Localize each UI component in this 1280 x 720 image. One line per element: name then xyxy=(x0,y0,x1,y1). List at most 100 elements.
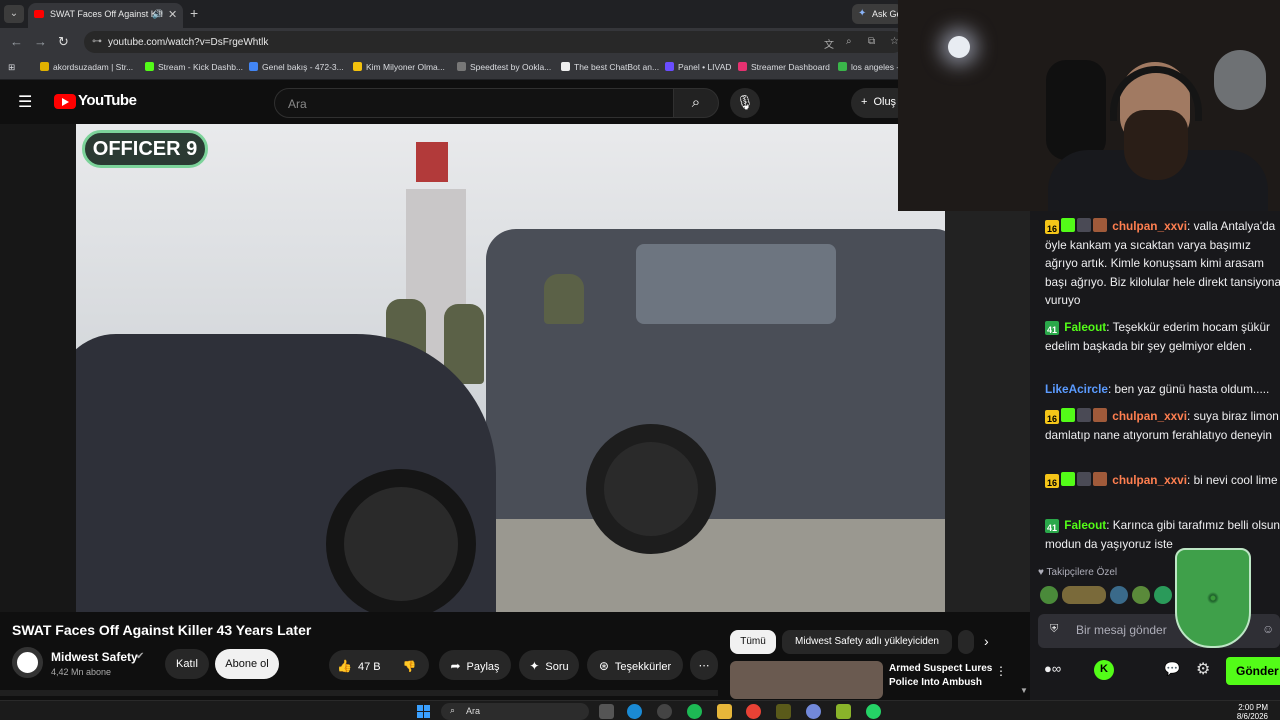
chat-action-bar: ●∞ K 💬 ⚙ Gönder xyxy=(1038,656,1280,686)
video-player[interactable]: OFFICER 9 ✪ xyxy=(76,124,945,612)
bookmark-item[interactable]: Genel bakış - 472-3... xyxy=(249,62,344,72)
spotify-icon[interactable] xyxy=(687,704,702,719)
live-app-icon[interactable] xyxy=(836,704,851,719)
channel-avatar[interactable] xyxy=(12,647,43,678)
chat-username[interactable]: chulpan_xxvi xyxy=(1112,473,1187,487)
gift-badge-icon xyxy=(1077,218,1091,232)
back-icon[interactable]: ← xyxy=(10,34,23,49)
speedtest-favicon-icon xyxy=(457,62,466,71)
bookmark-item[interactable]: akordsuzadam | Str... xyxy=(40,62,133,72)
bookmark-item[interactable]: The best ChatBot an... xyxy=(561,62,659,72)
channel-points-icon[interactable]: ●∞ xyxy=(1044,661,1061,676)
search-input[interactable]: Ara xyxy=(274,88,674,118)
subscriber-count: 4,42 Mn abone xyxy=(51,667,112,677)
share-button[interactable]: ➦ Paylaş xyxy=(439,650,511,680)
chip-all[interactable]: Tümü xyxy=(730,630,776,654)
webcam-lamp xyxy=(948,36,970,58)
like-icon[interactable]: 👍 xyxy=(337,659,352,673)
mod-badge-icon xyxy=(1093,218,1107,232)
scroll-down-icon[interactable]: ▼ xyxy=(1020,686,1028,695)
address-bar[interactable]: ⊶ youtube.com/watch?v=DsFrgeWhtlk 文 ⌕ ⧉ … xyxy=(84,31,904,53)
emote-icon[interactable] xyxy=(1154,586,1172,604)
dislike-icon[interactable]: 👎 xyxy=(403,661,417,673)
translate-icon[interactable]: 文 xyxy=(824,36,834,51)
taskbar-search[interactable]: ⌕ Ara xyxy=(441,703,589,720)
kick-logo-icon[interactable]: K xyxy=(1094,660,1114,680)
url-text: youtube.com/watch?v=DsFrgeWhtlk xyxy=(108,37,269,48)
join-button[interactable]: Katıl xyxy=(165,649,209,679)
chip-partial[interactable] xyxy=(958,630,974,654)
bookmark-item[interactable]: Panel • LIVAD xyxy=(665,62,731,72)
subscriber-badge: 41 xyxy=(1045,321,1059,335)
bookmark-item[interactable]: Kim Milyoner Olma... xyxy=(353,62,445,72)
chip-from-uploader[interactable]: Midwest Safety adlı yükleyiciden xyxy=(782,630,952,654)
emote-icon[interactable] xyxy=(1062,586,1106,604)
verified-badge-icon xyxy=(1061,218,1075,232)
play-triangle-icon xyxy=(62,97,69,106)
recommended-title[interactable]: Armed Suspect Lures Police Into Ambush xyxy=(889,662,995,690)
more-actions-button[interactable]: ⋯ xyxy=(690,650,718,680)
system-clock[interactable]: 2:00 PM 8/6/2026 xyxy=(1230,703,1268,720)
chat-username[interactable]: chulpan_xxvi xyxy=(1112,219,1187,233)
chat-message: 16 chulpan_xxvi: bi nevi cool lime xyxy=(1045,471,1280,490)
subscribe-button[interactable]: Abone ol xyxy=(215,649,279,679)
whatsapp-icon[interactable] xyxy=(866,704,881,719)
chrome-icon[interactable] xyxy=(746,704,761,719)
live-app-icon[interactable] xyxy=(776,704,791,719)
chat-username[interactable]: Faleout xyxy=(1064,518,1106,532)
browser-tab-active[interactable]: SWAT Faces Off Against Kill 🔊 ✕ xyxy=(28,3,183,28)
bookmark-item[interactable]: los angeles - xyxy=(838,62,899,72)
file-explorer-icon[interactable] xyxy=(717,704,732,719)
like-count[interactable]: 47 B xyxy=(358,661,381,673)
send-button[interactable]: Gönder xyxy=(1226,657,1280,685)
discord-icon[interactable] xyxy=(806,704,821,719)
youtube-logo-icon[interactable] xyxy=(54,94,76,109)
shield-icon: ⛨ xyxy=(1050,623,1059,635)
recommended-thumbnail[interactable] xyxy=(730,661,883,699)
chat-username[interactable]: Faleout xyxy=(1064,320,1106,334)
ask-button[interactable]: ✦ Soru xyxy=(519,650,579,680)
chevron-right-icon[interactable]: › xyxy=(984,633,989,649)
ask-gemini-button[interactable]: ✦ Ask Ge xyxy=(852,4,902,24)
like-dislike-group: 👍 47 B 👎 xyxy=(329,650,429,680)
menu-icon[interactable]: ☰ xyxy=(18,92,32,112)
speaker-icon[interactable]: 🔊 xyxy=(152,9,163,20)
bookmark-item[interactable]: Streamer Dashboard xyxy=(738,62,830,72)
gear-icon[interactable]: ⚙ xyxy=(1196,659,1210,679)
channel-name[interactable]: Midwest Safety xyxy=(51,650,138,664)
thanks-button[interactable]: ⊛ Teşekkürler xyxy=(587,650,683,680)
windows-start-icon[interactable] xyxy=(417,705,431,719)
github-icon[interactable] xyxy=(657,704,672,719)
kick-favicon-icon xyxy=(145,62,154,71)
gift-badge-icon xyxy=(1077,408,1091,422)
chat-username[interactable]: LikeAcircle xyxy=(1045,382,1108,396)
new-tab-button[interactable]: + xyxy=(190,5,198,21)
recommended-menu-icon[interactable]: ⋮ xyxy=(995,664,1007,678)
chat-bubble-icon[interactable]: 💬 xyxy=(1164,661,1180,677)
edge-icon[interactable] xyxy=(627,704,642,719)
forward-icon[interactable]: → xyxy=(34,34,47,49)
reload-icon[interactable]: ↻ xyxy=(58,34,69,50)
bookmark-favicon-icon xyxy=(738,62,747,71)
emote-icon[interactable] xyxy=(1132,586,1150,604)
emoji-icon[interactable]: ☺ xyxy=(1262,622,1274,636)
bookmark-item[interactable]: Stream - Kick Dashb... xyxy=(145,62,243,72)
task-view-icon[interactable] xyxy=(599,704,614,719)
chat-username[interactable]: chulpan_xxvi xyxy=(1112,409,1187,423)
apps-grid-icon[interactable]: ⊞ xyxy=(8,62,15,73)
verified-badge-icon xyxy=(1061,472,1075,486)
search-button[interactable]: ⌕ xyxy=(673,88,719,118)
zoom-icon[interactable]: ⌕ xyxy=(846,36,852,47)
tab-search-button[interactable]: ⌄ xyxy=(4,5,24,23)
emote-icon[interactable] xyxy=(1040,586,1058,604)
install-icon[interactable]: ⧉ xyxy=(868,36,875,47)
voice-search-button[interactable]: 🎙 xyxy=(730,88,760,118)
close-tab-icon[interactable]: ✕ xyxy=(168,8,177,21)
youtube-wordmark[interactable]: YouTube xyxy=(78,92,137,109)
emote-icon[interactable] xyxy=(1110,586,1128,604)
bookmark-item[interactable]: Speedtest by Ookla... xyxy=(457,62,551,72)
site-info-icon[interactable]: ⊶ xyxy=(92,36,102,47)
clock-date: 8/6/2026 xyxy=(1236,712,1268,720)
sparkle-icon: ✦ xyxy=(529,659,540,673)
subscriber-badge: 16 xyxy=(1045,410,1059,424)
